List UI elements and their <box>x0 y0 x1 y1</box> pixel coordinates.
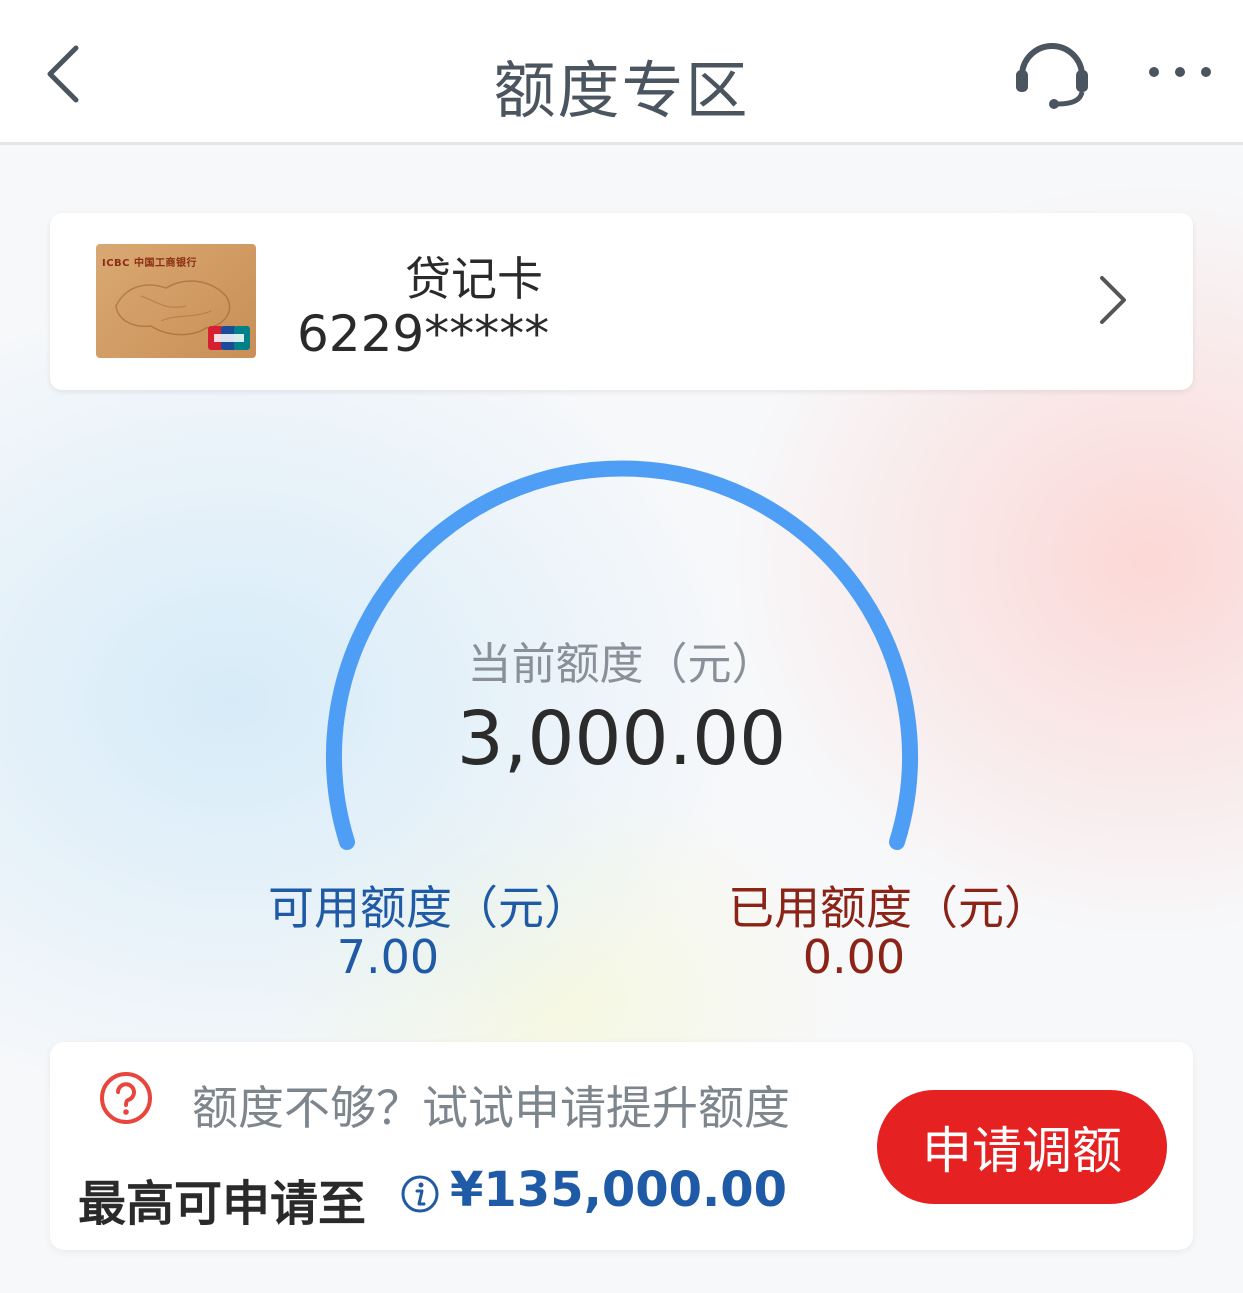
unionpay-icon <box>208 326 250 350</box>
max-limit-value: ¥135,000.00 <box>450 1162 788 1218</box>
customer-service-button[interactable] <box>1010 34 1094 110</box>
question-circle-icon <box>100 1072 152 1124</box>
chevron-right-icon <box>1100 276 1126 324</box>
card-number: 6229***** <box>297 305 550 363</box>
card-selector[interactable]: ICBC 中国工商银行 贷记卡 6229***** <box>50 213 1193 390</box>
current-limit-label: 当前额度（元） <box>467 639 776 690</box>
card-image: ICBC 中国工商银行 <box>96 244 256 358</box>
used-limit-label: 已用额度（元） <box>728 881 1050 935</box>
current-limit-value: 3,000.00 <box>456 696 787 782</box>
available-limit-label: 可用额度（元） <box>268 881 590 935</box>
used-limit-value: 0.00 <box>802 930 906 984</box>
apply-adjust-limit-button[interactable]: 申请调额 <box>877 1090 1167 1204</box>
more-dots-icon <box>1149 67 1211 77</box>
max-limit-label: 最高可申请至 <box>78 1176 367 1232</box>
headset-icon <box>1016 43 1088 109</box>
available-limit-value: 7.00 <box>336 930 440 984</box>
top-bar: 额度专区 <box>0 0 1243 145</box>
info-icon[interactable] <box>400 1174 440 1214</box>
card-type: 贷记卡 <box>405 252 543 306</box>
more-button[interactable] <box>1140 52 1220 92</box>
limit-increase-panel: 额度不够？试试申请提升额度 最高可申请至 ¥135,000.00 申请调额 <box>50 1042 1193 1250</box>
limit-hint-text: 额度不够？试试申请提升额度 <box>192 1081 790 1135</box>
